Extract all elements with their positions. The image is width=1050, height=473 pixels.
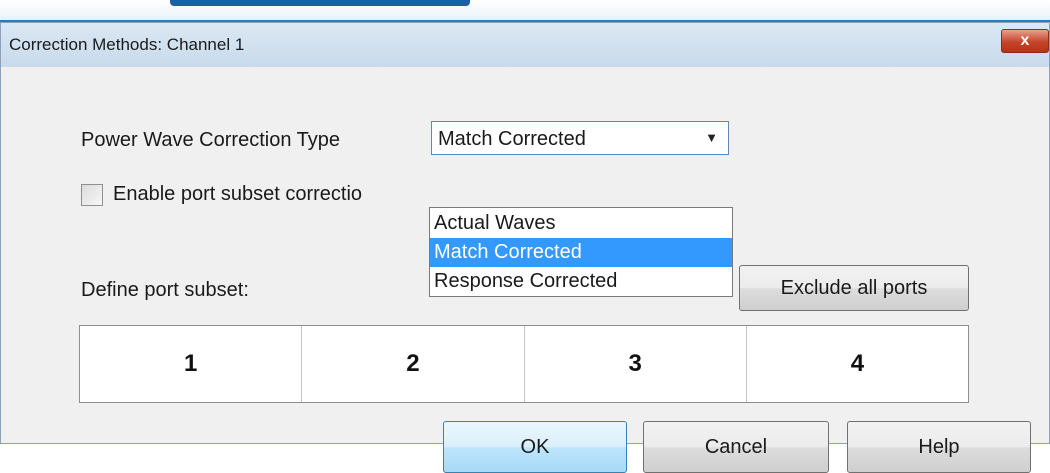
enable-port-subset-label: Enable port subset correctio [113,183,363,205]
power-wave-correction-label: Power Wave Correction Type [81,129,340,151]
port-cell-4[interactable]: 4 [747,326,968,402]
ok-button-label: OK [520,436,550,458]
power-wave-correction-select[interactable]: Match Corrected ▼ [431,121,729,155]
close-button[interactable]: x [1001,29,1049,53]
background-window-strip [0,0,1050,23]
option-match-corrected[interactable]: Match Corrected [430,238,732,267]
port-cell-1[interactable]: 1 [80,326,303,402]
dialog-window: Correction Methods: Channel 1 x Power Wa… [0,22,1050,473]
cancel-button-label: Cancel [704,436,768,458]
close-icon: x [1020,32,1030,49]
help-button-label: Help [918,436,960,458]
exclude-all-ports-label: Exclude all ports [780,277,928,299]
cancel-button[interactable]: Cancel [643,421,829,473]
exclude-all-ports-button[interactable]: Exclude all ports [739,265,969,311]
help-button[interactable]: Help [847,421,1031,473]
enable-port-subset-checkbox[interactable] [81,184,103,206]
define-port-subset-label: Define port subset: [81,279,249,301]
background-window-tab [170,0,470,6]
chevron-down-icon[interactable]: ▼ [705,130,718,145]
port-subset-grid: 1 2 3 4 [79,325,969,403]
power-wave-selected-value: Match Corrected [438,128,586,150]
window-title: Correction Methods: Channel 1 [9,35,245,54]
dialog-content: Power Wave Correction Type Match Correct… [1,67,1049,473]
option-actual-waves[interactable]: Actual Waves [430,209,732,238]
ok-button[interactable]: OK [443,421,627,473]
port-cell-2[interactable]: 2 [302,326,525,402]
option-response-corrected[interactable]: Response Corrected [430,267,732,296]
port-cell-3[interactable]: 3 [525,326,747,402]
power-wave-dropdown-list: Actual Waves Match Corrected Response Co… [429,207,733,297]
title-bar: Correction Methods: Channel 1 x [1,23,1049,67]
